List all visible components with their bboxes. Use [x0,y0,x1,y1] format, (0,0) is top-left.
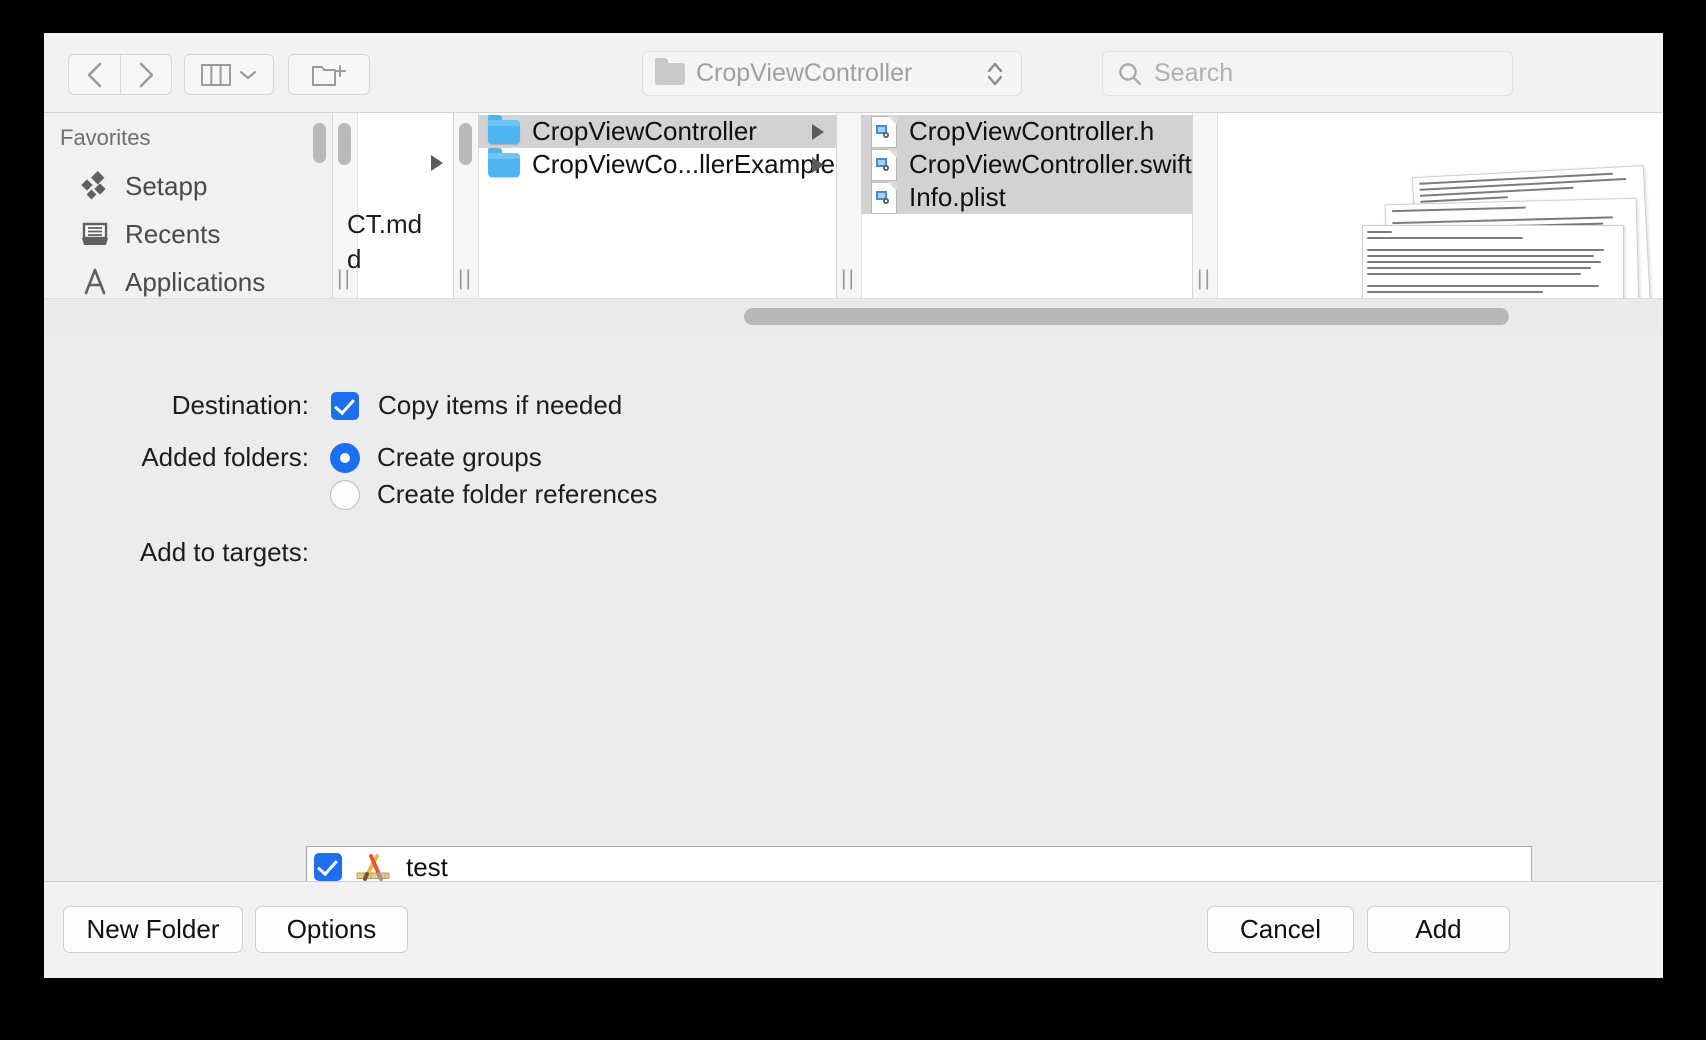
column-scrollbar-thumb[interactable] [338,123,351,165]
added-folders-field: Added folders: Create groups [122,442,1532,473]
new-folder-icon [312,64,346,86]
sidebar-item-label: Recents [125,218,221,249]
path-popup-button[interactable]: CropViewController [642,51,1022,96]
view-mode-button[interactable] [184,54,274,95]
check-icon [317,854,338,877]
add-to-targets-label: Add to targets: [139,537,309,567]
target-name-label: test [406,851,448,882]
file-row-label: Info.plist [909,182,1006,212]
add-to-targets-field: Add to targets: [122,537,309,568]
toolbar: CropViewController Search [44,33,1663,113]
sidebar-scrollbar[interactable] [313,123,326,163]
horizontal-scrollbar-thumb[interactable] [744,308,1509,325]
partial-row-label[interactable]: d [347,244,361,275]
browser-column-partial: || CT.md d [332,113,453,298]
search-input[interactable]: Search [1102,51,1513,96]
partial-row-label[interactable]: CT.md [347,209,422,240]
file-row-label: CropViewController.swift [909,149,1192,179]
create-folder-references-label[interactable]: Create folder references [377,479,657,510]
column-resize-grip[interactable]: || [1197,268,1213,290]
file-row[interactable]: Info.plist [861,181,1192,214]
sidebar-item-label: Setapp [125,170,208,201]
added-folders-label: Added folders: [141,442,309,472]
column-scrollbar-track[interactable]: || [1193,113,1218,298]
browser-column-preview: || [1192,113,1663,298]
up-down-stepper-icon[interactable] [985,59,1005,89]
copy-items-checkbox[interactable] [331,392,359,420]
source-file-icon [871,115,897,148]
create-folder-references-radio[interactable] [330,480,360,510]
file-row[interactable]: CropViewController.swift [861,148,1192,181]
folder-icon [488,147,520,177]
sidebar-item-setapp[interactable]: Setapp [44,162,332,210]
xcode-target-icon [354,852,392,882]
search-icon [1119,62,1142,85]
source-file-icon [871,148,897,181]
column-scrollbar-track[interactable]: || [837,113,862,298]
disclosure-arrow-icon [812,156,824,173]
column-view-icon [201,63,231,86]
copy-items-label[interactable]: Copy items if needed [378,390,622,421]
options-panel: Destination: Copy items if needed Added … [44,335,1663,978]
path-label: CropViewController [696,59,913,87]
options-button[interactable]: Options [255,906,408,953]
column-resize-grip[interactable]: || [458,268,474,290]
browser-column-folders: || CropViewController CropViewCo...llerE… [453,113,836,298]
column-scrollbar-thumb[interactable] [459,123,472,165]
file-row[interactable]: CropViewController.h [861,115,1192,148]
cancel-button[interactable]: Cancel [1207,906,1354,953]
folder-row[interactable]: CropViewController [478,114,836,148]
setapp-diamond-icon [78,169,112,203]
sidebar: Favorites Setapp Recents Applications [44,113,332,298]
back-button[interactable] [68,54,120,95]
source-file-icon [871,181,897,214]
sidebar-item-applications[interactable]: Applications [44,258,332,298]
browser-column-files: || CropViewController.h CropViewControll… [836,113,1192,298]
folder-row-label: CropViewCo...llerExample [532,149,835,179]
disclosure-arrow-icon [812,123,824,140]
app-store-icon [78,265,112,298]
chevron-left-icon [87,62,101,87]
file-row-label: CropViewController.h [909,116,1155,146]
dialog-footer: New Folder Options Cancel Add [44,881,1663,978]
horizontal-scrollbar-track[interactable] [44,298,1663,335]
disclosure-arrow-icon [431,155,443,171]
folder-icon [488,114,520,144]
forward-button[interactable] [120,54,172,95]
chevron-down-icon [239,70,257,79]
create-groups-radio[interactable] [330,443,360,473]
check-icon [334,393,355,416]
new-folder-toolbar-button[interactable] [288,54,370,95]
create-folder-references-field: Create folder references [330,479,657,510]
destination-label: Destination: [171,390,309,420]
chevron-right-icon [139,62,154,87]
sidebar-item-recents[interactable]: Recents [44,210,332,258]
search-placeholder: Search [1154,59,1234,87]
add-button[interactable]: Add [1367,906,1510,953]
sidebar-section-favorites: Favorites [60,125,151,150]
folder-icon [655,57,685,85]
file-browser: Favorites Setapp Recents Applications ||… [44,113,1663,298]
folder-row-label: CropViewController [532,116,757,146]
target-checkbox[interactable] [314,853,342,881]
recents-tray-icon [78,217,112,251]
preview-document-front [1362,225,1624,298]
folder-row[interactable]: CropViewCo...llerExample [478,147,836,181]
new-folder-button[interactable]: New Folder [63,906,243,953]
column-resize-grip[interactable]: || [841,268,857,290]
column-scrollbar-track[interactable]: || [454,113,479,298]
create-groups-label[interactable]: Create groups [377,442,542,473]
sidebar-item-label: Applications [125,266,266,297]
destination-field: Destination: Copy items if needed [122,390,1532,421]
preview-stack [1217,113,1663,298]
add-files-dialog: CropViewController Search Favorites Seta… [44,33,1663,978]
